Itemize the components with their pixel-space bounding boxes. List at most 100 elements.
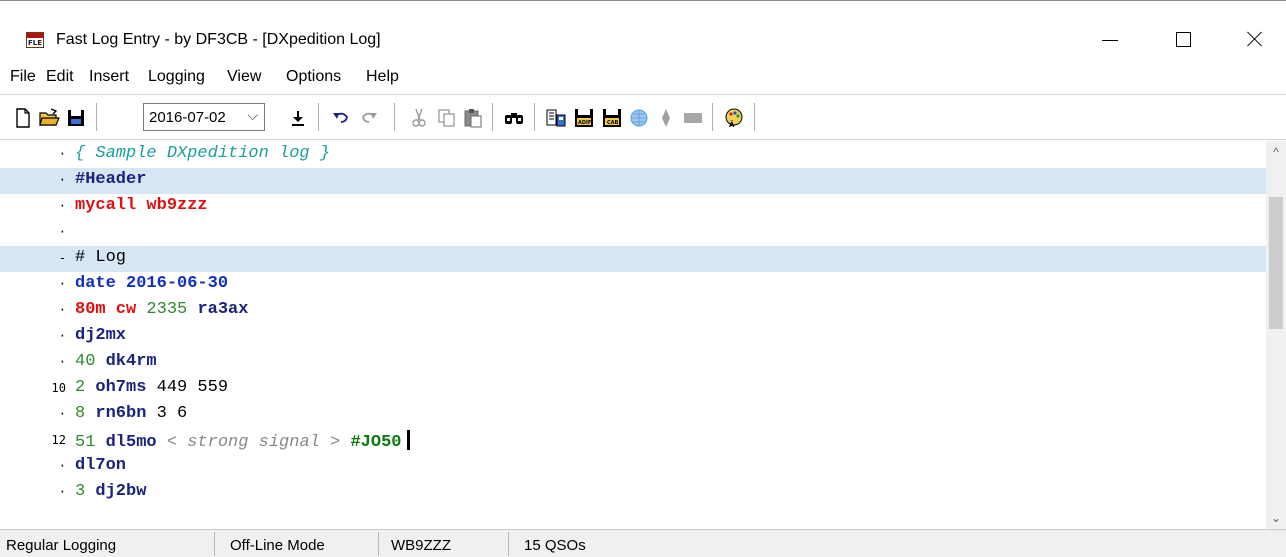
export-icon[interactable] [545, 107, 567, 129]
line-gutter-marker: · [58, 199, 66, 213]
line-gutter-marker: 12 [51, 433, 66, 447]
log-token: ra3ax [197, 300, 249, 319]
log-line-text: date 2016-06-30 [75, 274, 228, 293]
map-icon[interactable] [655, 107, 677, 129]
log-line-text: { Sample DXpedition log } [75, 144, 330, 163]
date-dropdown[interactable]: 2016-07-02 ⌵ [143, 103, 265, 131]
toolbar-separator [96, 103, 97, 131]
log-line[interactable]: - # Log [0, 246, 1266, 272]
menu-file[interactable]: File [10, 68, 36, 86]
log-line[interactable]: · mycall wb9zzz [0, 194, 1266, 220]
log-line[interactable]: · 80m cw 2335 ra3ax [0, 298, 1266, 324]
vertical-scrollbar[interactable]: ^ ⌄ [1266, 141, 1286, 529]
log-token: 80m cw [75, 300, 147, 319]
status-connection: Off-Line Mode [230, 537, 325, 554]
log-token: rn6bn [95, 404, 157, 423]
log-line-text: 80m cw 2335 ra3ax [75, 300, 248, 319]
menu-options[interactable]: Options [286, 68, 341, 86]
cabrillo-export-icon[interactable]: CAB [601, 107, 623, 129]
status-divider [508, 532, 509, 556]
log-token: #Header [75, 170, 147, 189]
log-line-text: dl7on [75, 456, 126, 475]
log-token: dl7on [75, 456, 127, 475]
log-token: dj2mx [75, 326, 127, 345]
log-line-text: dj2mx [75, 326, 126, 345]
log-token: dk4rm [105, 352, 157, 371]
find-icon[interactable] [503, 107, 525, 129]
scroll-down-icon[interactable]: ⌄ [1266, 507, 1286, 529]
log-token: 40 [75, 352, 106, 371]
scroll-up-icon[interactable]: ^ [1266, 141, 1286, 163]
log-token: < strong signal > [166, 433, 351, 452]
new-file-icon[interactable] [12, 107, 34, 129]
line-gutter-marker: · [58, 329, 66, 343]
log-line[interactable]: · dj2mx [0, 324, 1266, 350]
log-line[interactable]: · date 2016-06-30 [0, 272, 1266, 298]
line-gutter-marker: · [58, 485, 66, 499]
open-folder-icon[interactable] [38, 107, 60, 129]
status-callsign: WB9ZZZ [391, 537, 451, 554]
maximize-button[interactable] [1160, 19, 1206, 59]
log-token: 3 [75, 482, 96, 501]
log-line-text: #Header [75, 170, 146, 189]
adif-export-icon[interactable]: ADIF [573, 107, 595, 129]
log-token: #JO50 [350, 433, 402, 452]
save-icon[interactable] [65, 107, 87, 129]
download-icon[interactable] [287, 107, 309, 129]
menu-insert[interactable]: Insert [89, 68, 129, 86]
line-gutter-marker: · [58, 459, 66, 473]
line-gutter-marker: · [58, 355, 66, 369]
toolbar-separator [534, 103, 535, 131]
log-line[interactable]: · #Header [0, 168, 1266, 194]
app-icon[interactable]: FLE [26, 32, 44, 48]
minimize-button[interactable] [1086, 19, 1132, 59]
redo-icon[interactable] [358, 107, 380, 129]
log-token: date 2016-06-30 [75, 274, 229, 293]
log-line-text: 51 dl5mo < strong signal > #JO50 [75, 430, 411, 452]
status-divider [378, 532, 379, 556]
paste-icon[interactable] [462, 107, 484, 129]
log-token: oh7ms [95, 378, 157, 397]
log-token: # Log [75, 248, 127, 267]
log-token: dj2bw [95, 482, 147, 501]
log-line[interactable]: 10 2 oh7ms 449 559 [0, 376, 1266, 402]
menu-edit[interactable]: Edit [46, 68, 74, 86]
copy-icon[interactable] [436, 107, 458, 129]
status-mode: Regular Logging [6, 537, 117, 554]
menu-bar: File Edit Insert Logging View Options He… [0, 58, 1286, 94]
menu-view[interactable]: View [227, 68, 261, 86]
grid-icon[interactable] [682, 107, 704, 129]
close-button[interactable] [1232, 19, 1278, 59]
date-value: 2016-07-02 [149, 109, 226, 126]
log-token: 8 [75, 404, 96, 423]
log-line[interactable]: · 3 dj2bw [0, 480, 1266, 506]
log-line-text: 8 rn6bn 3 6 [75, 404, 187, 423]
log-line[interactable]: · 8 rn6bn 3 6 [0, 402, 1266, 428]
chevron-down-icon[interactable]: ⌵ [247, 107, 258, 124]
cut-icon[interactable] [408, 107, 430, 129]
log-token: 2 [75, 378, 96, 397]
menu-help[interactable]: Help [366, 68, 399, 86]
log-line[interactable]: 12 51 dl5mo < strong signal > #JO50 [0, 428, 1266, 454]
log-line-text: mycall wb9zzz [75, 196, 208, 215]
log-line[interactable]: · { Sample DXpedition log } [0, 142, 1266, 168]
log-line[interactable]: · dl7on [0, 454, 1266, 480]
svg-text:Ā: Ā [729, 120, 735, 129]
log-line[interactable]: · [0, 220, 1266, 246]
log-line[interactable]: · 40 dk4rm [0, 350, 1266, 376]
log-line-text: 3 dj2bw [75, 482, 146, 501]
log-token: 2335 [146, 300, 198, 319]
line-gutter-marker: · [58, 407, 66, 421]
toolbar-separator [492, 103, 493, 131]
status-bar: Regular Logging Off-Line Mode WB9ZZZ 15 … [0, 529, 1286, 557]
globe-icon[interactable] [628, 107, 650, 129]
line-gutter-marker: · [58, 147, 66, 161]
undo-icon[interactable] [330, 107, 352, 129]
scrollbar-thumb[interactable] [1269, 197, 1283, 329]
palette-icon[interactable]: Ā [723, 107, 745, 129]
line-gutter-marker: · [58, 303, 66, 317]
log-editor[interactable]: · { Sample DXpedition log } · #Header · mycal… [0, 141, 1286, 529]
title-bar: FLE Fast Log Entry - by DF3CB - [DXpedit… [0, 0, 1286, 58]
menu-logging[interactable]: Logging [148, 68, 205, 86]
toolbar-separator [712, 103, 713, 131]
